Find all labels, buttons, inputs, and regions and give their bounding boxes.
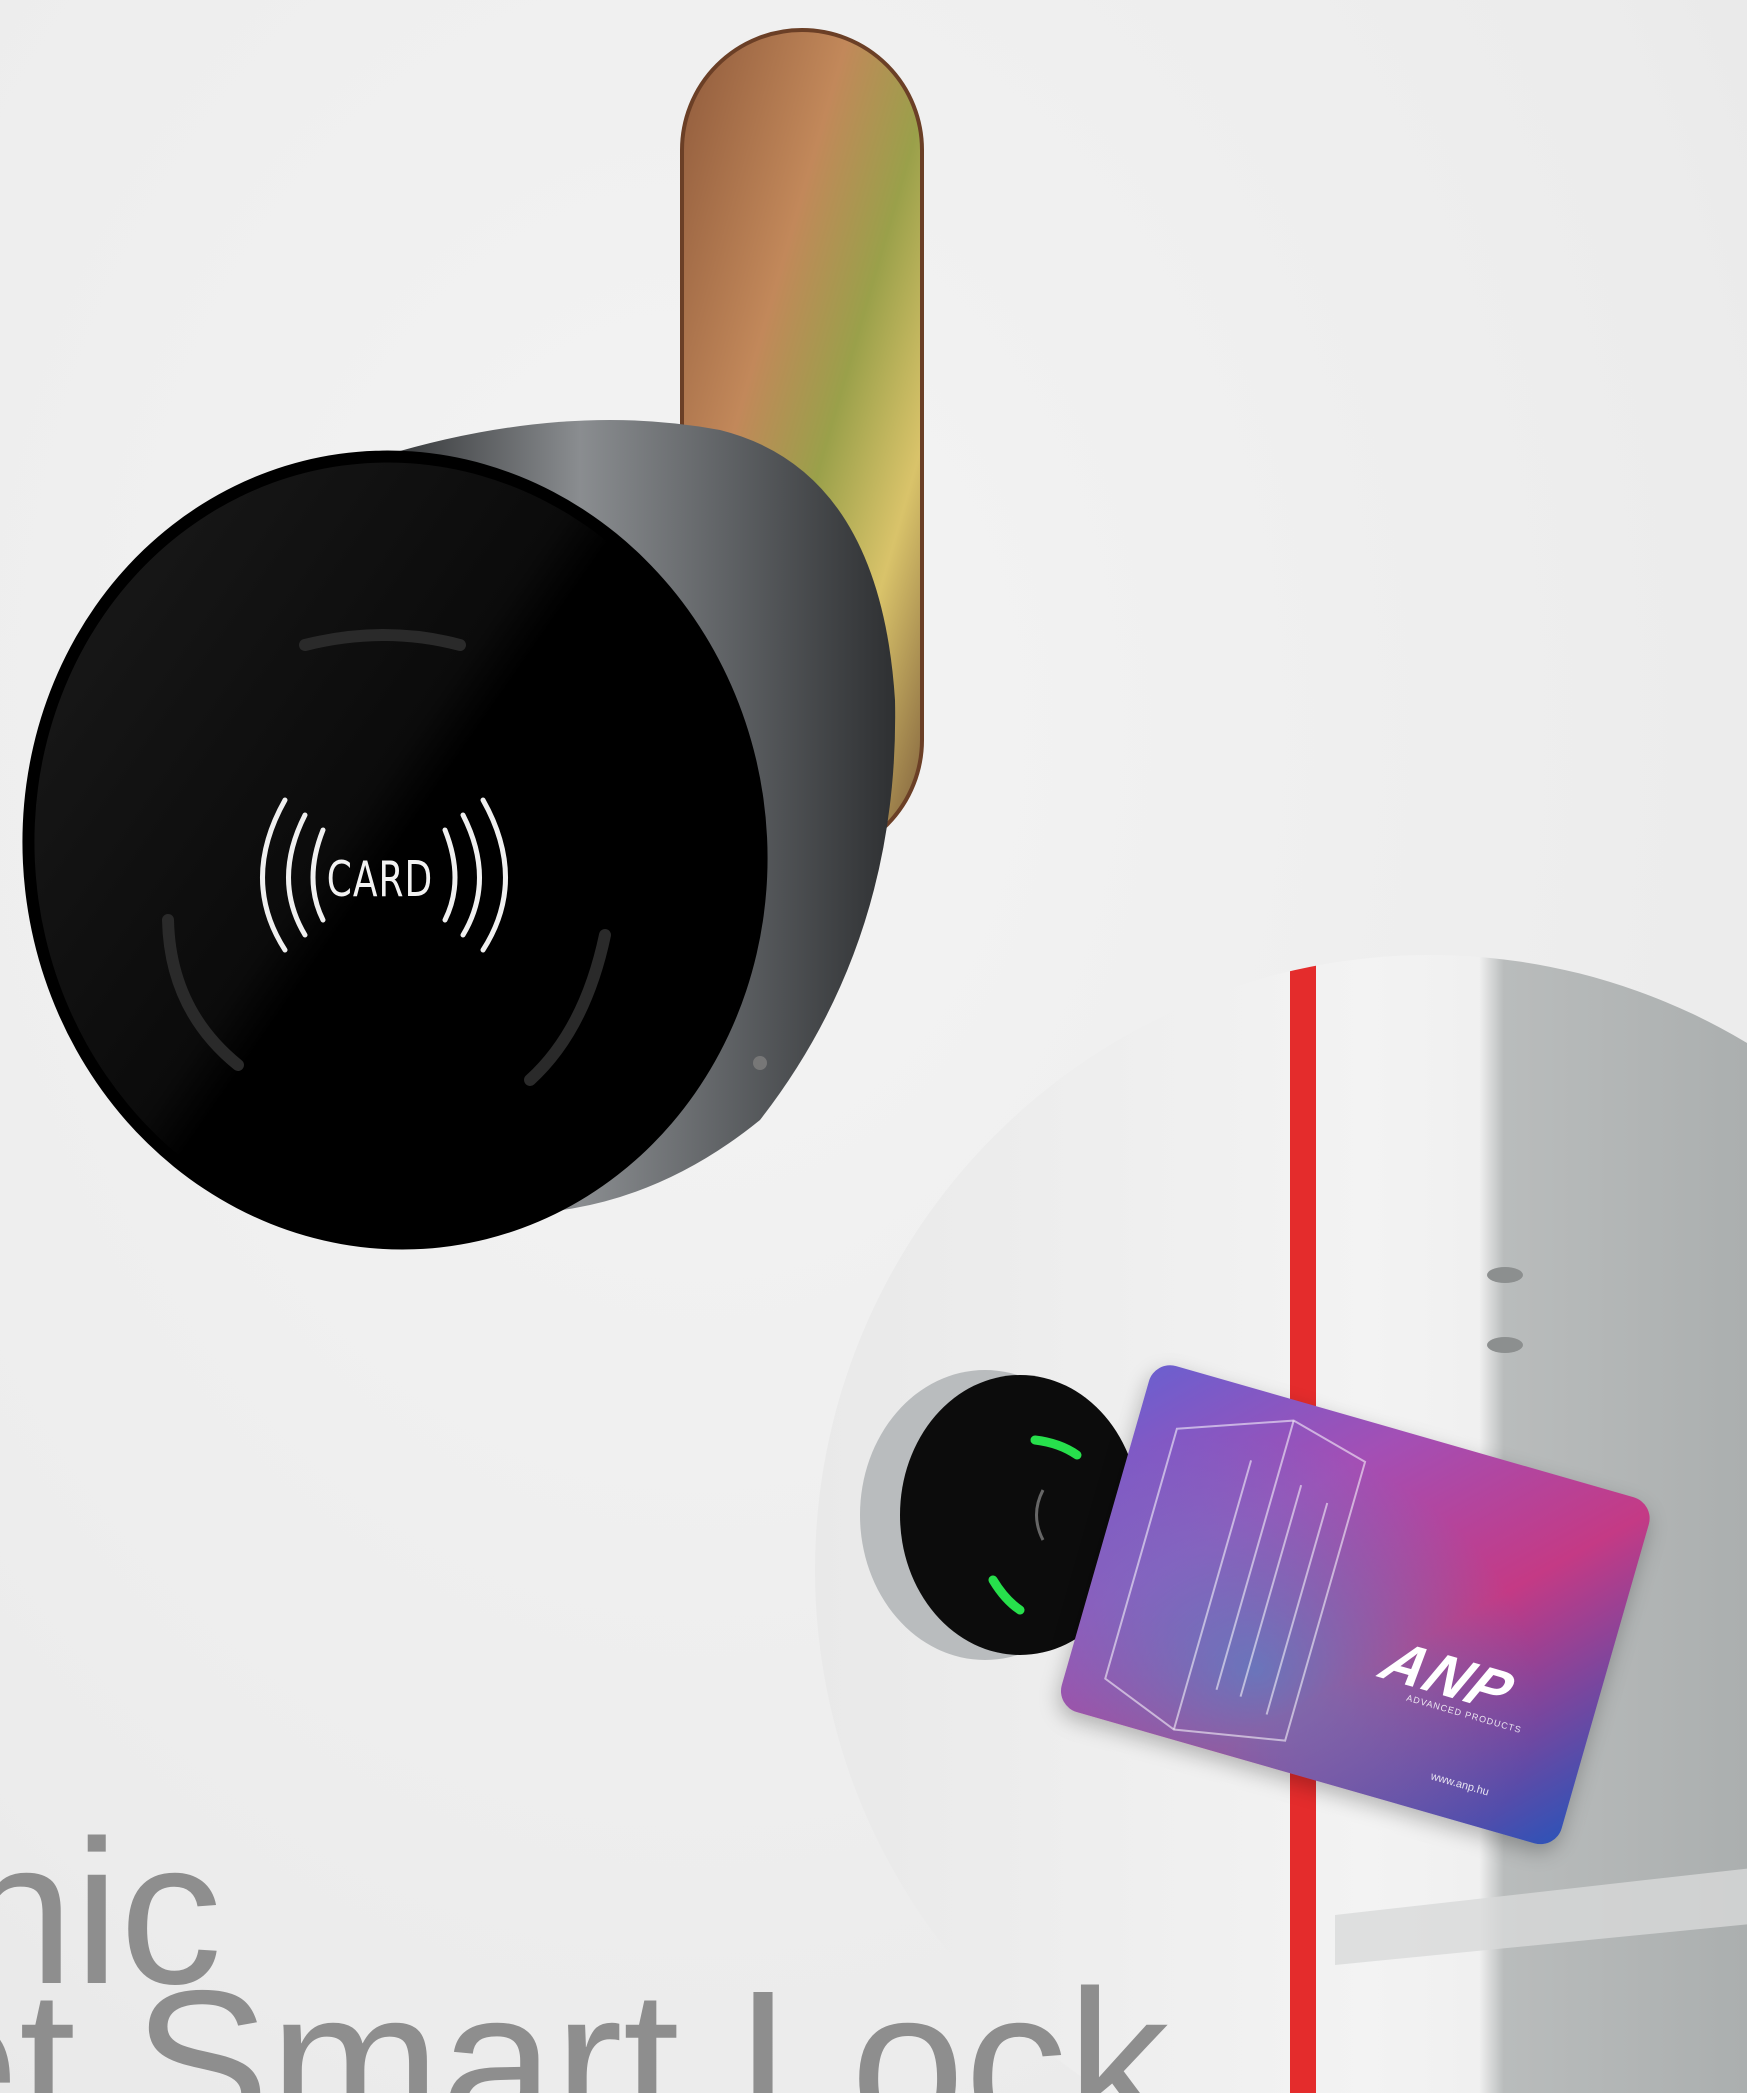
- card-reader-badge: CARD: [240, 780, 520, 980]
- card-reader-label: CARD: [326, 852, 434, 908]
- title-line-2: et Smart Lock: [0, 1948, 1170, 2093]
- product-image: CARD ANP ADVANCED PRODUCTS www.anp.hu ni…: [0, 0, 1747, 2093]
